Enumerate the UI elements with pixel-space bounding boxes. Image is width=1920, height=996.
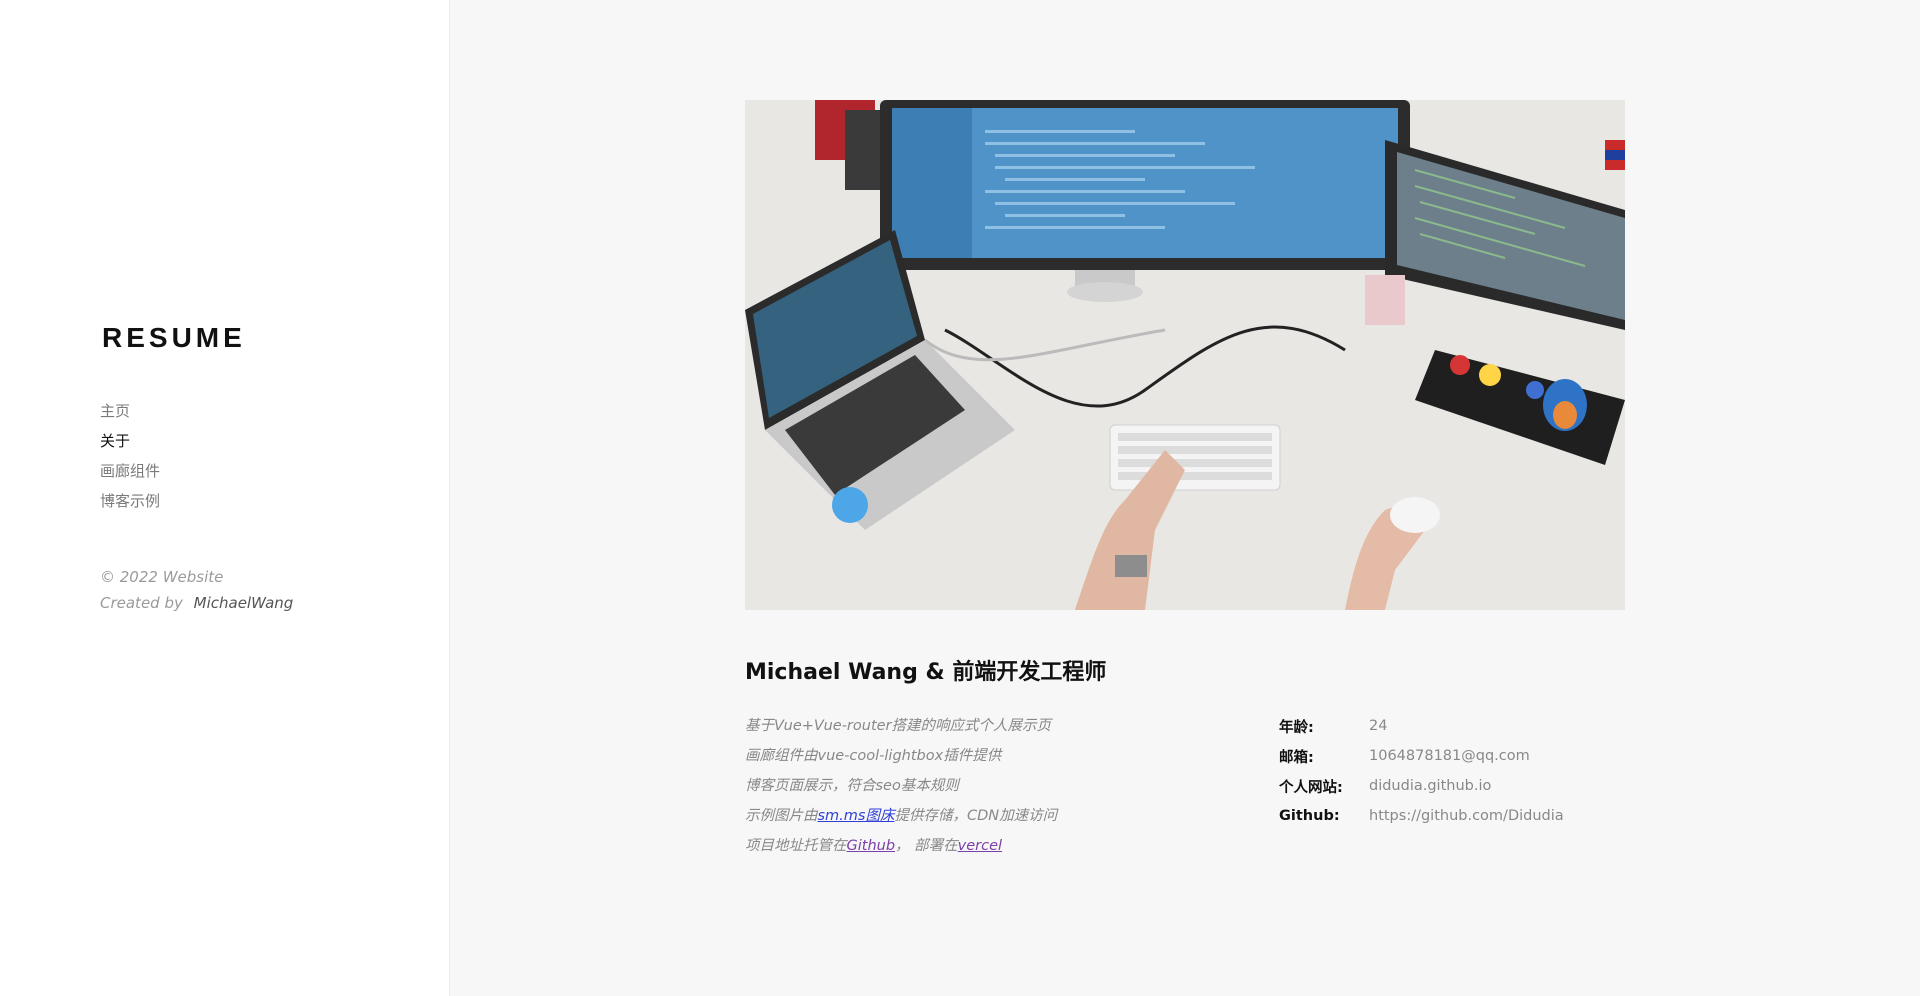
nav-item-gallery[interactable]: 画廊组件	[100, 456, 160, 486]
copyright-text: © 2022 Website	[100, 568, 224, 586]
info-row-github: Github: https://github.com/Didudia	[1279, 801, 1564, 831]
created-by-line: Created by MichaelWang	[100, 590, 293, 616]
page-title: Michael Wang & 前端开发工程师	[745, 660, 1107, 685]
desc-line-2: 画廊组件由vue-cool-lightbox插件提供	[745, 748, 1002, 764]
hero-image	[745, 100, 1625, 610]
info-value: 1064878181@qq.com	[1369, 748, 1530, 764]
personal-info: 年龄: 24 邮箱: 1064878181@qq.com 个人网站: didud…	[1279, 711, 1564, 831]
github-repo-link[interactable]: Github	[847, 838, 896, 854]
info-value: didudia.github.io	[1369, 778, 1492, 794]
nav-item-blog[interactable]: 博客示例	[100, 486, 160, 516]
info-row-website: 个人网站: didudia.github.io	[1279, 771, 1564, 801]
author-link[interactable]: MichaelWang	[194, 594, 294, 612]
desk-workspace-photo	[745, 100, 1625, 610]
info-key: 邮箱:	[1279, 749, 1314, 766]
info-key: 年龄:	[1279, 719, 1314, 736]
desc-line-4: 示例图片由sm.ms图床提供存储，CDN加速访问	[745, 801, 1057, 831]
main-content: Michael Wang & 前端开发工程师 基于Vue+Vue-router搭…	[450, 0, 1920, 996]
sidebar-nav: 主页 关于 画廊组件 博客示例	[100, 396, 160, 516]
nav-item-home[interactable]: 主页	[100, 396, 160, 426]
desc-line-5-mid: ， 部署在	[895, 838, 958, 854]
desc-line-5: 项目地址托管在Github， 部署在vercel	[745, 831, 1057, 861]
sidebar: RESUME 主页 关于 画廊组件 博客示例 © 2022 Website Cr…	[0, 0, 450, 996]
site-logo[interactable]: RESUME	[102, 322, 246, 354]
info-row-email: 邮箱: 1064878181@qq.com	[1279, 741, 1564, 771]
desc-line-3: 博客页面展示，符合seo基本规则	[745, 778, 959, 794]
smms-link[interactable]: sm.ms图床	[818, 808, 895, 824]
info-value: 24	[1369, 718, 1388, 734]
created-by-label: Created by	[100, 594, 183, 612]
desc-line-5-prefix: 项目地址托管在	[745, 838, 847, 854]
info-value: https://github.com/Didudia	[1369, 808, 1564, 824]
vercel-link[interactable]: vercel	[958, 838, 1002, 854]
info-key: 个人网站:	[1279, 779, 1343, 796]
nav-item-about[interactable]: 关于	[100, 426, 160, 456]
project-description: 基于Vue+Vue-router搭建的响应式个人展示页 画廊组件由vue-coo…	[745, 711, 1057, 861]
info-key: Github:	[1279, 808, 1340, 824]
desc-line-4-prefix: 示例图片由	[745, 808, 818, 824]
desc-line-4-suffix: 提供存储，CDN加速访问	[894, 808, 1058, 824]
desc-line-1: 基于Vue+Vue-router搭建的响应式个人展示页	[745, 718, 1052, 734]
info-row-age: 年龄: 24	[1279, 711, 1564, 741]
sidebar-footer: © 2022 Website Created by MichaelWang	[100, 564, 293, 616]
